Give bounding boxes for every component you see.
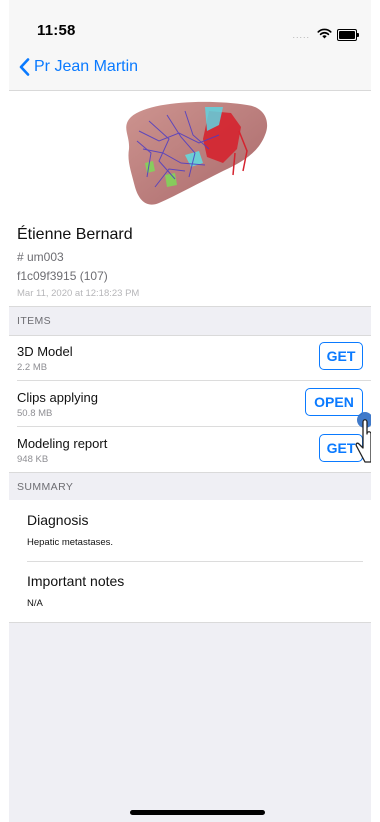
item-title: 3D Model bbox=[17, 344, 73, 359]
app-screen: 11:58 ..... Pr Jean Martin Étienne Berna… bbox=[9, 0, 371, 822]
patient-name: Étienne Bernard bbox=[17, 226, 133, 243]
list-item: Clips applying 50.8 MB OPEN bbox=[9, 382, 371, 427]
empty-background bbox=[9, 622, 371, 822]
items-section-header: ITEMS bbox=[9, 306, 371, 336]
divider bbox=[17, 380, 371, 381]
divider bbox=[27, 561, 363, 562]
diagnosis-text: Hepatic metastases. bbox=[27, 537, 114, 548]
notes-title: Important notes bbox=[27, 573, 125, 589]
back-label: Pr Jean Martin bbox=[34, 58, 139, 75]
battery-icon bbox=[337, 29, 359, 41]
items-header-label: ITEMS bbox=[17, 315, 52, 327]
item-size: 2.2 MB bbox=[17, 362, 48, 373]
wifi-icon bbox=[317, 26, 332, 44]
item-size: 50.8 MB bbox=[17, 408, 53, 419]
patient-id: # um003 bbox=[17, 250, 64, 264]
status-time: 11:58 bbox=[37, 22, 76, 39]
item-title: Clips applying bbox=[17, 390, 98, 405]
status-icons: ..... bbox=[292, 26, 359, 44]
summary-panel: Diagnosis Hepatic metastases. Important … bbox=[9, 500, 371, 622]
chevron-left-icon bbox=[19, 58, 30, 76]
list-item: Modeling report 948 KB GET bbox=[9, 428, 371, 473]
item-size: 948 KB bbox=[17, 454, 49, 465]
list-item: 3D Model 2.2 MB GET bbox=[9, 336, 371, 381]
home-indicator[interactable] bbox=[130, 810, 265, 815]
notes-text: N/A bbox=[27, 598, 43, 609]
get-3d-model-button[interactable]: GET bbox=[319, 342, 363, 370]
diagnosis-block: Diagnosis Hepatic metastases. bbox=[27, 512, 371, 548]
navigation-bar: Pr Jean Martin bbox=[9, 48, 371, 91]
item-title: Modeling report bbox=[17, 436, 108, 451]
patient-date: Mar 11, 2020 at 12:18:23 PM bbox=[17, 288, 140, 299]
summary-header-label: SUMMARY bbox=[17, 481, 74, 493]
divider bbox=[17, 426, 371, 427]
diagnosis-title: Diagnosis bbox=[27, 512, 89, 528]
status-bar: 11:58 ..... bbox=[9, 0, 371, 48]
back-button[interactable]: Pr Jean Martin bbox=[19, 58, 138, 76]
summary-section-header: SUMMARY bbox=[9, 472, 371, 502]
signal-dots: ..... bbox=[292, 30, 310, 40]
patient-hash: f1c09f3915 (107) bbox=[17, 269, 108, 283]
liver-3d-image bbox=[9, 91, 371, 216]
patient-info: Étienne Bernard # um003 f1c09f3915 (107)… bbox=[17, 226, 367, 299]
notes-block: Important notes N/A bbox=[27, 573, 371, 609]
hand-pointer-icon bbox=[355, 410, 371, 475]
